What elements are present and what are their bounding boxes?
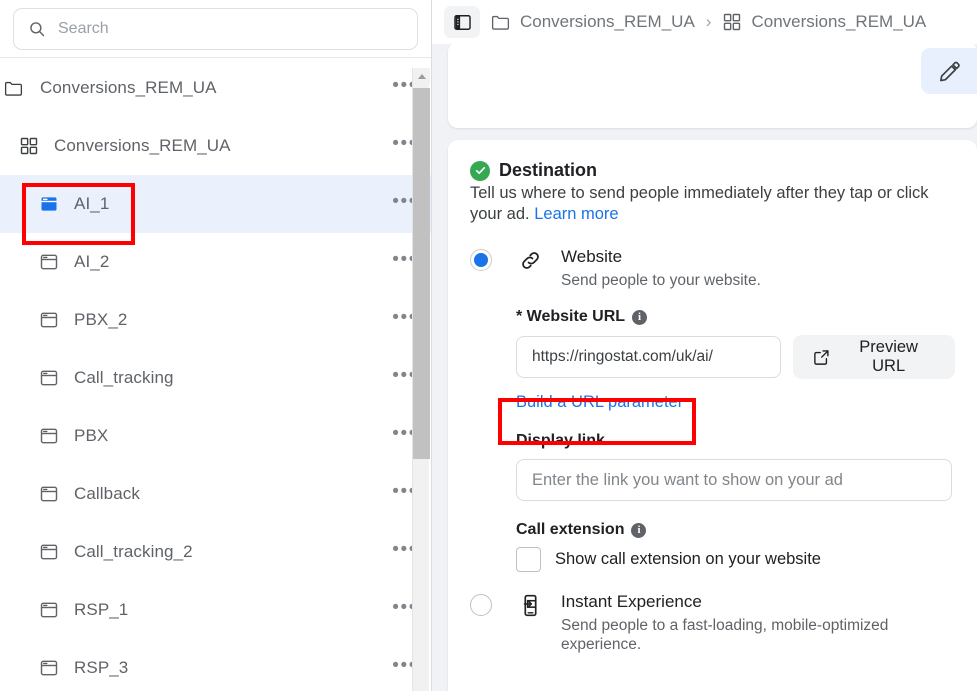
sidebar-item-pbx_2[interactable]: PBX_2 ••• — [0, 291, 431, 349]
ad-icon — [38, 425, 60, 447]
sidebar-item-label: PBX_2 — [74, 310, 128, 329]
radio-instant-experience[interactable] — [470, 594, 492, 617]
preview-url-button[interactable]: Preview URL — [792, 335, 955, 380]
website-url-row: Preview URL — [516, 335, 955, 380]
ad-icon — [38, 541, 60, 563]
ad-icon — [38, 251, 60, 273]
ad-icon — [38, 483, 60, 505]
sidebar-item-ai_2[interactable]: AI_2 ••• — [0, 233, 431, 291]
sidebar: Conversions_REM_UA•••Conversions_REM_UA•… — [0, 0, 432, 691]
sidebar-scrollbar[interactable] — [412, 68, 430, 691]
preview-url-label: Preview URL — [859, 338, 918, 376]
sidebar-item-label: Call_tracking_2 — [74, 542, 193, 561]
breadcrumb-item-folder[interactable]: Conversions_REM_UA — [490, 12, 695, 33]
option-website-subtitle: Send people to your website. — [561, 271, 761, 289]
page-title: Destination — [499, 160, 598, 180]
edit-button[interactable] — [921, 48, 977, 94]
destination-card: Destination Tell us where to send people… — [448, 140, 977, 691]
sidebar-item-call_tracking_2[interactable]: Call_tracking_2 ••• — [0, 523, 431, 581]
sidebar-item-label: RSP_3 — [74, 658, 129, 677]
sidebar-item-rsp_1[interactable]: RSP_1 ••• — [0, 581, 431, 639]
call-extension-checkbox-row[interactable]: Show call extension on your website — [516, 547, 955, 573]
website-url-field: * Website URL i Preview URL Build a URL — [516, 308, 955, 573]
show-call-extension-label: Show call extension on your website — [555, 550, 821, 569]
instant-experience-icon — [516, 593, 544, 618]
grid-icon — [18, 135, 40, 157]
ad-icon — [38, 599, 60, 621]
show-call-extension-checkbox[interactable] — [516, 547, 541, 573]
grid-icon — [724, 13, 741, 31]
sidebar-item-call_tracking[interactable]: Call_tracking ••• — [0, 349, 431, 407]
green-check-icon — [470, 160, 490, 181]
display-link-input[interactable] — [516, 459, 952, 502]
breadcrumb-separator: › — [705, 12, 712, 31]
breadcrumb-label: Conversions_REM_UA — [751, 12, 927, 31]
external-link-icon — [813, 349, 829, 365]
scrollbar-thumb[interactable] — [413, 88, 430, 459]
search-input[interactable] — [58, 20, 403, 38]
radio-website[interactable] — [470, 249, 492, 272]
breadcrumb: Conversions_REM_UA › Conversions_REM_UA — [490, 12, 926, 33]
top-bar: Conversions_REM_UA › Conversions_REM_UA — [432, 0, 977, 44]
breadcrumb-label: Conversions_REM_UA — [520, 12, 695, 31]
sidebar-item-ai_1[interactable]: AI_1 ••• — [0, 175, 431, 233]
sidebar-item-label: Conversions_REM_UA — [54, 136, 231, 155]
sidebar-item-label: RSP_1 — [74, 600, 129, 619]
sidebar-item-callback[interactable]: Callback ••• — [0, 465, 431, 523]
sidebar-item-label: Call_tracking — [74, 368, 174, 387]
learn-more-link[interactable]: Learn more — [534, 205, 618, 223]
option-instant-experience-text: Instant Experience Send people to a fast… — [561, 592, 955, 654]
sidebar-item-label: Conversions_REM_UA — [40, 78, 217, 97]
sidebar-item-label: AI_1 — [74, 194, 110, 213]
call-extension-label: Call extension — [516, 521, 625, 539]
sidebar-item-conversions_rem_ua[interactable]: Conversions_REM_UA ••• — [0, 59, 431, 117]
option-instant-experience[interactable]: Instant Experience Send people to a fast… — [470, 592, 955, 654]
ad-icon-filled — [38, 193, 60, 215]
search-bar — [0, 0, 431, 58]
info-icon[interactable]: i — [631, 522, 647, 538]
option-instant-experience-subtitle: Send people to a fast-loading, mobile-op… — [561, 616, 889, 654]
folder-icon — [491, 15, 510, 30]
website-url-label-text: * Website URL — [516, 308, 626, 326]
display-link-label: Display link — [516, 432, 605, 450]
destination-description: Tell us where to send people immediately… — [470, 183, 940, 225]
upper-card — [448, 42, 977, 128]
website-url-input[interactable] — [516, 336, 781, 379]
search-box[interactable] — [13, 8, 418, 50]
pencil-icon — [939, 61, 960, 81]
sidebar-item-label: AI_2 — [74, 252, 110, 271]
search-icon — [30, 22, 45, 37]
sidebar-item-pbx[interactable]: PBX ••• — [0, 407, 431, 465]
side-panel-toggle-button[interactable] — [444, 6, 480, 38]
option-website[interactable]: Website Send people to your website. — [470, 247, 955, 290]
website-url-label: * Website URL i — [516, 308, 955, 326]
info-icon[interactable]: i — [632, 309, 648, 325]
ad-icon — [38, 367, 60, 389]
folder-tree: Conversions_REM_UA ••• Conversions_REM_UA •… — [0, 59, 431, 691]
option-website-text: Website Send people to your website. — [561, 247, 761, 290]
breadcrumb-item-campaign[interactable]: Conversions_REM_UA — [722, 12, 926, 32]
folder-icon — [2, 77, 24, 99]
side-panel-icon — [453, 14, 471, 30]
option-website-title: Website — [561, 247, 623, 267]
option-instant-experience-title: Instant Experience — [561, 592, 702, 612]
sidebar-item-label: Callback — [74, 484, 140, 503]
sidebar-item-conversions_rem_ua[interactable]: Conversions_REM_UA ••• — [0, 117, 431, 175]
app-root: Conversions_REM_UA•••Conversions_REM_UA•… — [0, 0, 977, 691]
ad-icon — [38, 309, 60, 331]
sidebar-item-label: PBX — [74, 426, 109, 445]
sidebar-item-rsp_3[interactable]: RSP_3 ••• — [0, 639, 431, 691]
call-extension-label-row: Call extension i — [516, 521, 955, 539]
ad-icon — [38, 657, 60, 679]
scroll-up-arrow-icon[interactable] — [413, 68, 430, 85]
destination-header: Destination — [470, 160, 955, 181]
link-icon — [516, 248, 544, 273]
build-url-parameter-link[interactable]: Build a URL parameter — [516, 393, 683, 412]
main-panel: Conversions_REM_UA › Conversions_REM_UA — [432, 0, 977, 691]
